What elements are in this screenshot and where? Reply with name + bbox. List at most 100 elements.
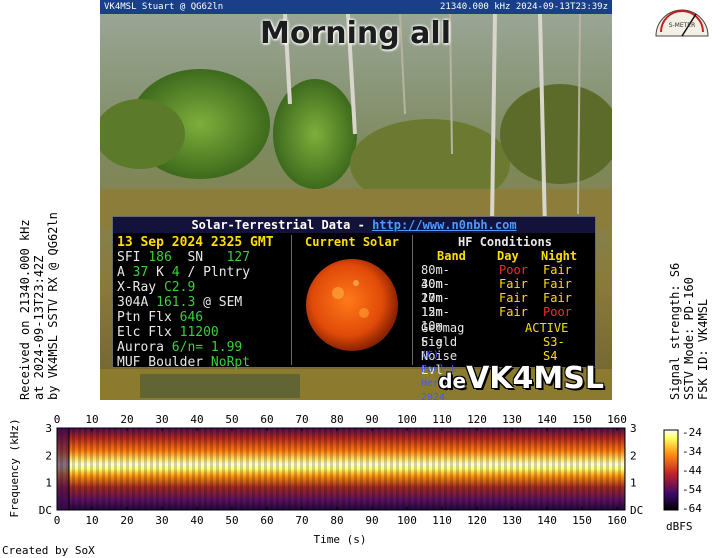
x-tick-label-bottom: 40 — [190, 514, 203, 527]
hf-day: Fair — [499, 305, 528, 319]
y-tick-label-right: 1 — [630, 477, 637, 490]
hf-night: Fair — [543, 291, 572, 305]
sn-label: SN — [187, 250, 204, 265]
x-tick-label-bottom: 100 — [397, 514, 417, 527]
y-tick-label-right: DC — [630, 504, 643, 517]
k-label: K — [156, 265, 164, 280]
received-info: Received on 21340.000 kHz at 2024-09-13T… — [18, 212, 60, 400]
sfi-row: SFI 186 SN 127 — [117, 250, 287, 265]
he304-extra: @ SEM — [203, 295, 243, 310]
colorbar-tick-label: -34 — [682, 445, 702, 458]
sstv-image: VK4MSL Stuart @ QG62ln 21340.000 kHz 202… — [100, 0, 612, 400]
x-tick-label-top: 50 — [225, 413, 238, 426]
signoise-value: S3-S4 — [543, 335, 565, 363]
hf-night: Fair — [543, 277, 572, 291]
colorbar-unit: dBFS — [666, 520, 693, 533]
elc-label: Elc Flx — [117, 325, 172, 340]
colorbar-tick-label: -44 — [682, 464, 702, 477]
solar-panel-title-text: Solar-Terrestrial Data - — [191, 218, 373, 232]
x-axis-label: Time (s) — [314, 533, 367, 546]
x-tick-label-top: 160 — [607, 413, 627, 426]
x-tick-label-top: 120 — [467, 413, 487, 426]
x-tick-label-top: 70 — [295, 413, 308, 426]
sox-credit: Created by SoX — [2, 544, 95, 557]
hf-header-night: Night — [541, 249, 578, 263]
colorbar — [663, 429, 679, 511]
a-value: 37 — [132, 265, 149, 280]
sn-value: 127 — [226, 250, 251, 265]
x-tick-label-top: 130 — [502, 413, 522, 426]
colorbar-tick-label: -54 — [682, 483, 702, 496]
colorbar-tick-label: -24 — [682, 426, 702, 439]
x-tick-label-bottom: 80 — [330, 514, 343, 527]
y-tick-label-left: 3 — [45, 422, 52, 435]
x-tick-label-bottom: 70 — [295, 514, 308, 527]
signal-info: Signal strength: S6 SSTV Mode: PD-160 FS… — [668, 263, 710, 400]
x-tick-label-bottom: 90 — [365, 514, 378, 527]
received-time: at 2024-09-13T23:42Z — [32, 255, 46, 401]
solar-date: 13 Sep 2024 2325 GMT — [117, 235, 274, 250]
x-tick-label-bottom: 10 — [85, 514, 98, 527]
aurora-row: Aurora 6/n= 1.99 — [117, 340, 287, 355]
solar-panel-title: Solar-Terrestrial Data - http://www.n0nb… — [113, 217, 595, 233]
x-tick-label-top: 150 — [572, 413, 592, 426]
s-meter-label: S-METER — [669, 22, 696, 29]
x-tick-label-bottom: 140 — [537, 514, 557, 527]
x-tick-label-top: 40 — [190, 413, 203, 426]
sfi-value: 186 — [148, 250, 172, 265]
hf-night: Poor — [543, 305, 572, 319]
greeting-text: Morning all — [260, 16, 451, 51]
y-tick-label-right: 2 — [630, 449, 637, 462]
elc-value: 11200 — [179, 325, 219, 340]
solar-indices: 13 Sep 2024 2325 GMT SFI 186 SN 127 A 37… — [117, 235, 287, 370]
hf-header-band: Band — [437, 249, 466, 263]
x-tick-label-top: 90 — [365, 413, 378, 426]
callsign: VK4MSL — [466, 361, 604, 396]
hf-day: Fair — [499, 277, 528, 291]
x-tick-label-top: 140 — [537, 413, 557, 426]
x-tick-label-bottom: 160 — [607, 514, 627, 527]
x-tick-label-bottom: 60 — [260, 514, 273, 527]
sun-image — [306, 259, 398, 351]
xray-value: C2.9 — [163, 280, 196, 295]
current-solar: Current Solar — [291, 235, 413, 365]
he304-value: 161.3 — [156, 295, 196, 310]
solar-link[interactable]: http://www.n0nbh.com — [372, 218, 517, 232]
x-tick-label-top: 100 — [397, 413, 417, 426]
x-tick-label-bottom: 130 — [502, 514, 522, 527]
hf-day: Poor — [499, 263, 528, 277]
y-tick-label-left: 1 — [45, 477, 52, 490]
x-tick-label-bottom: 0 — [54, 514, 61, 527]
x-tick-label-top: 110 — [432, 413, 452, 426]
aurora-value: 6/n= 1.99 — [171, 340, 243, 355]
a-k-row: A 37 K 4 / Plntry — [117, 265, 287, 280]
y-tick-label-left: DC — [39, 504, 52, 517]
muf-row: MUF Boulder NoRpt — [117, 355, 287, 370]
he304-label: 304A — [117, 295, 149, 310]
x-tick-label-bottom: 110 — [432, 514, 452, 527]
y-tick-label-left: 2 — [45, 449, 52, 462]
k-value: 4 — [171, 265, 180, 280]
x-tick-label-top: 0 — [54, 413, 61, 426]
x-tick-label-bottom: 150 — [572, 514, 592, 527]
xray-label: X-Ray — [117, 280, 157, 295]
x-tick-label-bottom: 50 — [225, 514, 238, 527]
colorbar-ticks: -24 -34 -44 -54 -64 — [682, 426, 702, 515]
hf-conditions: HF Conditions Band Day Night 80m-40m Poo… — [415, 235, 595, 400]
x-tick-label-bottom: 30 — [155, 514, 168, 527]
a-label: A — [117, 265, 125, 280]
current-solar-title: Current Solar — [305, 235, 399, 249]
k-extra: / Plntry — [187, 265, 251, 280]
he304-row: 304A 161.3 @ SEM — [117, 295, 287, 310]
x-tick-label-bottom: 120 — [467, 514, 487, 527]
x-tick-label-bottom: 20 — [120, 514, 133, 527]
aurora-label: Aurora — [117, 340, 164, 355]
xray-row: X-Ray C2.9 — [117, 280, 287, 295]
colorbar-tick-label: -64 — [682, 502, 702, 515]
spectrogram: 0 10 20 30 40 50 60 70 80 90 100 110 120 130 140 150 160… — [2, 413, 702, 557]
hf-header-day: Day — [497, 249, 519, 263]
ptn-row: Ptn Flx 646 — [117, 310, 287, 325]
received-station: by VK4MSL SSTV RX @ QG62ln — [46, 212, 60, 400]
muf-value: NoRpt — [210, 355, 251, 370]
callsign-prefix: de — [438, 369, 467, 393]
